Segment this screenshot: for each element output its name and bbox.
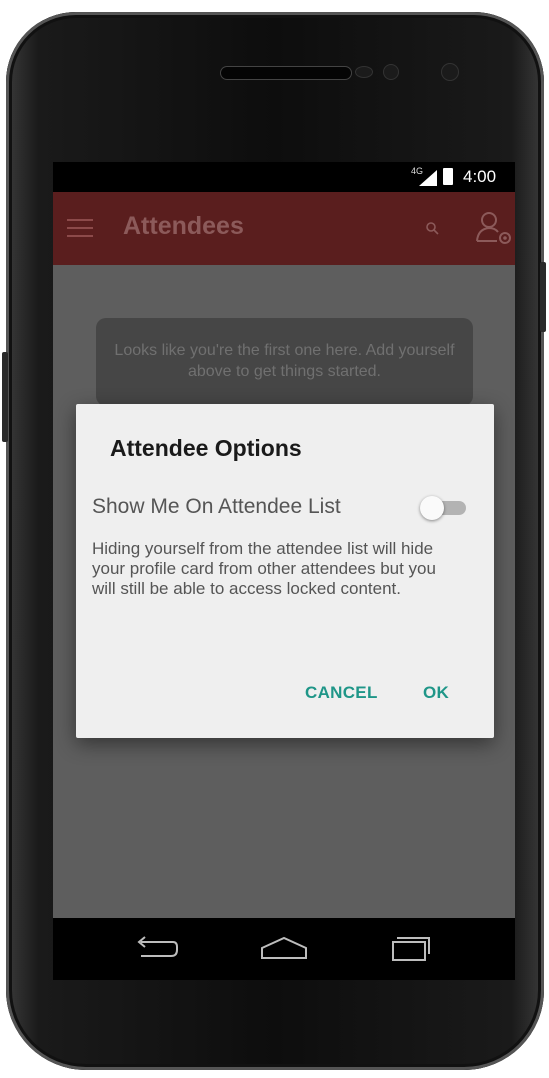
dialog-title: Attendee Options (110, 435, 302, 461)
back-icon[interactable] (133, 932, 179, 964)
home-icon[interactable] (259, 932, 309, 964)
show-on-list-toggle[interactable] (420, 496, 470, 520)
page-title: Attendees (123, 212, 244, 240)
recents-icon[interactable] (389, 932, 435, 964)
app-bar: Attendees (53, 192, 515, 265)
status-bar: 4G 4:00 (53, 162, 515, 192)
ok-button[interactable]: OK (423, 683, 449, 703)
battery-icon (443, 168, 453, 185)
screen: 4G 4:00 Attendees Looks like you're the … (53, 162, 515, 980)
volume-button (2, 352, 8, 442)
search-icon[interactable] (425, 221, 441, 237)
power-button (540, 262, 546, 332)
front-camera (442, 64, 458, 80)
status-time: 4:00 (463, 167, 497, 186)
earpiece-speaker (221, 67, 351, 79)
attendee-options-dialog: Attendee Options Show Me On Attendee Lis… (76, 404, 494, 738)
menu-icon[interactable] (67, 219, 93, 239)
navigation-bar (53, 918, 515, 980)
toggle-thumb (420, 496, 444, 520)
empty-state-message: Looks like you're the first one here. Ad… (96, 318, 473, 406)
signal-icon (419, 170, 437, 186)
phone-frame: 4G 4:00 Attendees Looks like you're the … (2, 12, 546, 1070)
toggle-label: Show Me On Attendee List (92, 495, 341, 518)
cancel-button[interactable]: CANCEL (305, 683, 378, 703)
proximity-sensor (356, 67, 372, 77)
light-sensor (384, 65, 398, 79)
account-settings-icon[interactable] (475, 209, 515, 249)
dialog-body: Hiding yourself from the attendee list w… (92, 539, 436, 598)
